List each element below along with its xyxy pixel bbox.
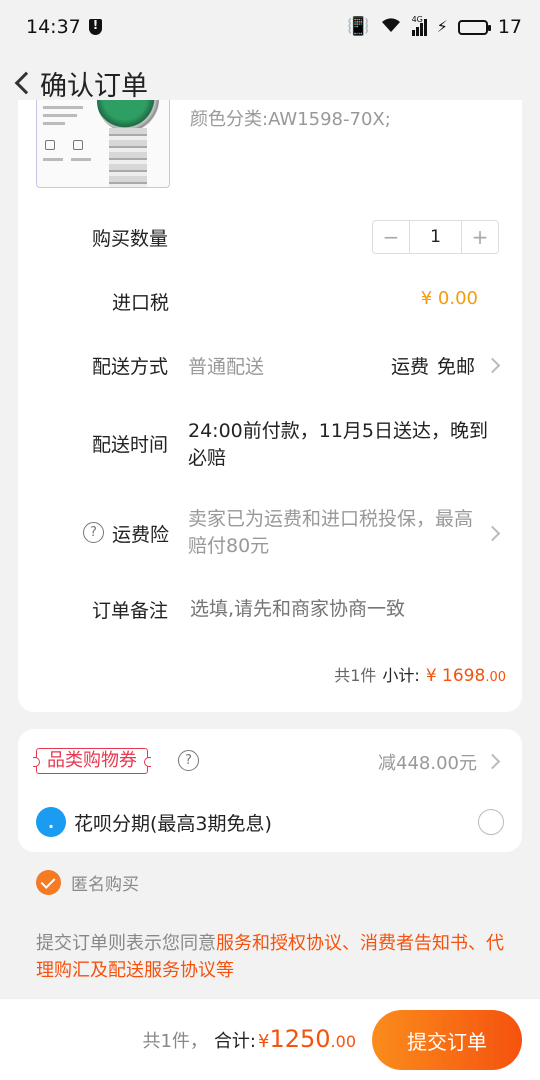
total-currency: ¥ <box>258 1031 270 1052</box>
huabei-logo-icon: . <box>36 807 66 837</box>
battery-level: 17 <box>497 16 522 38</box>
battery-icon <box>457 19 491 35</box>
agreement-text: 提交订单则表示您同意服务和授权协议、消费者告知书、代理购汇及配送服务协议等 <box>36 930 506 984</box>
quantity-decrement-button[interactable]: − <box>373 221 409 253</box>
promotions-card: 品类购物券 ? 减448.00元 . 花呗分期(最高3期免息) <box>18 729 522 852</box>
coupon-discount[interactable]: 减448.00元 <box>378 749 477 775</box>
subtotal-count: 共1件 <box>334 666 377 685</box>
coupon-badge[interactable]: 品类购物券 <box>33 748 151 774</box>
quantity-stepper: − 1 + <box>372 220 499 254</box>
subtotal-amount: ¥ 1698.00 <box>426 666 506 686</box>
checkmark-icon[interactable] <box>36 870 61 895</box>
total-int: 1250 <box>269 1025 331 1053</box>
help-circle-icon[interactable]: ? <box>83 522 104 543</box>
subtotal-label: 小计: <box>382 666 420 685</box>
network-label: 4G <box>411 15 423 24</box>
page-title: 确认订单 <box>40 70 148 102</box>
help-circle-icon[interactable]: ? <box>178 750 199 771</box>
quantity-label: 购买数量 <box>92 228 169 250</box>
product-variant: 颜色分类:AW1598-70X; <box>190 109 391 130</box>
chevron-right-icon <box>484 357 501 374</box>
shipping-fee-value: 免邮 <box>437 356 476 378</box>
vibrate-icon: 📳 <box>347 16 370 37</box>
shield-alert-icon <box>88 18 102 35</box>
total-count: 共1件， <box>142 1031 208 1052</box>
import-tax-value: ¥ 0.00 <box>420 288 478 309</box>
delivery-method-row[interactable]: 配送方式 普通配送 运费 免邮 <box>18 350 522 380</box>
quantity-value[interactable]: 1 <box>409 221 462 253</box>
huabei-label: 花呗分期(最高3期免息) <box>74 813 272 835</box>
chevron-left-icon <box>14 71 38 95</box>
delivery-time-label: 配送时间 <box>92 434 169 456</box>
huabei-radio[interactable] <box>478 809 504 835</box>
bottom-bar: 共1件， 合计: ¥1250.00 提交订单 <box>0 998 540 1080</box>
import-tax-row: 进口税 ¥ 0.00 <box>18 286 522 316</box>
order-remark-input[interactable] <box>190 594 500 624</box>
quantity-increment-button[interactable]: + <box>462 221 498 253</box>
shipping-fee-label: 运费 <box>391 356 430 378</box>
order-remark-row: 订单备注 <box>18 594 522 624</box>
charging-icon: ⚡ <box>436 17 448 36</box>
shipping-insurance-label: 运费险 <box>112 524 170 546</box>
delivery-method-label: 配送方式 <box>92 356 169 378</box>
delivery-time-row: 配送时间 24:00前付款，11月5日送达，晚到必赔 <box>18 418 522 472</box>
chevron-right-icon <box>484 525 501 542</box>
shipping-insurance-value: 卖家已为运费和进口税投保，最高赔付80元 <box>188 508 474 557</box>
agreement-prefix: 提交订单则表示您同意 <box>36 933 216 954</box>
anonymous-label: 匿名购买 <box>71 875 139 895</box>
import-tax-label: 进口税 <box>112 292 170 314</box>
wifi-icon <box>380 17 402 37</box>
delivery-method-value: 普通配送 <box>188 356 265 378</box>
product-thumbnail[interactable] <box>36 100 170 188</box>
status-time: 14:37 <box>26 16 81 38</box>
total-amount: ¥1250.00 <box>258 1025 356 1053</box>
submit-order-button[interactable]: 提交订单 <box>372 1010 522 1070</box>
status-bar: 14:37 📳 4G ⚡ 17 <box>0 0 540 54</box>
total-label: 合计: <box>213 1031 257 1052</box>
order-total: 共1件， 合计: ¥1250.00 <box>142 1025 356 1053</box>
anonymous-purchase-option[interactable]: 匿名购买 <box>36 870 139 895</box>
quantity-row: 购买数量 − 1 + <box>18 220 522 254</box>
total-dec: .00 <box>330 1032 356 1051</box>
signal-icon: 4G <box>411 15 427 36</box>
subtotal-dec: .00 <box>485 670 506 685</box>
subtotal-int: 1698 <box>442 666 486 686</box>
subtotal: 共1件 小计: ¥ 1698.00 <box>334 662 506 686</box>
subtotal-currency: ¥ <box>425 666 437 686</box>
chevron-right-icon <box>484 753 501 770</box>
status-icons: 📳 4G ⚡ 17 <box>347 15 522 38</box>
order-details-card: 颜色分类:AW1598-70X; 购买数量 − 1 + 进口税 ¥ 0.00 配… <box>18 100 522 712</box>
order-remark-label: 订单备注 <box>92 600 169 622</box>
delivery-time-value: 24:00前付款，11月5日送达，晚到必赔 <box>188 420 489 469</box>
shipping-insurance-row[interactable]: ? 运费险 卖家已为运费和进口税投保，最高赔付80元 <box>18 506 522 560</box>
